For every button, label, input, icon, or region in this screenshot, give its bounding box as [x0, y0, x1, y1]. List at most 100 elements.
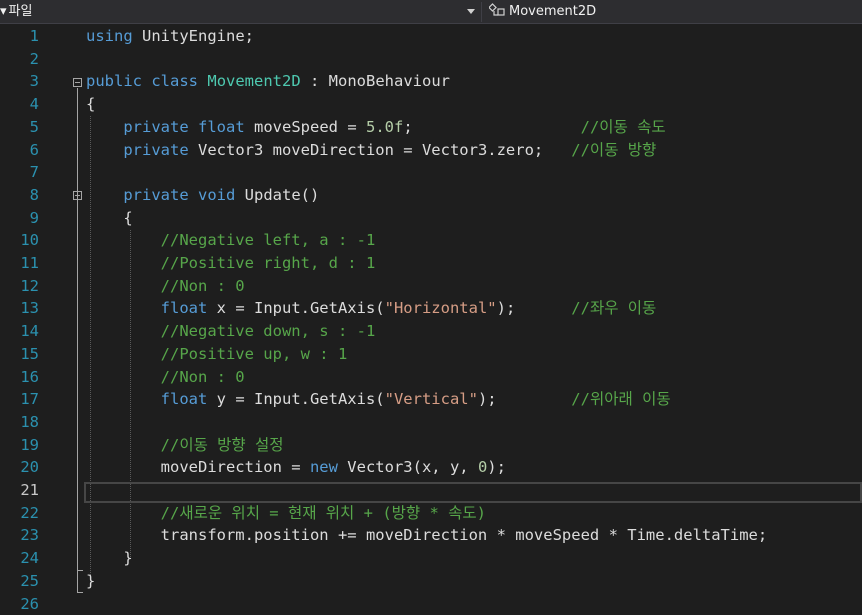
code-line[interactable]: 12 //Non : 0: [0, 275, 862, 298]
code-line[interactable]: 6 private Vector3 moveDirection = Vector…: [0, 139, 862, 162]
divider: [481, 2, 482, 22]
code-token: }: [86, 572, 95, 590]
code-token: x = Input.GetAxis(: [207, 299, 384, 317]
class-members-icon: [489, 3, 507, 19]
code-token: : MonoBehaviour: [301, 72, 450, 90]
code-token: [86, 254, 161, 272]
code-text: //Positive right, d : 1: [86, 252, 375, 275]
code-line[interactable]: 16 //Non : 0: [0, 366, 862, 389]
line-number: 9: [0, 207, 39, 230]
code-token: //Positive right, d : 1: [161, 254, 376, 272]
code-token: [86, 299, 161, 317]
dropdown-arrow-icon[interactable]: [467, 9, 475, 14]
code-line[interactable]: 22 //새로운 위치 = 현재 위치 + (방향 * 속도): [0, 502, 862, 525]
code-line[interactable]: 25}: [0, 570, 862, 593]
code-line[interactable]: 11 //Positive right, d : 1: [0, 252, 862, 275]
line-number: 25: [0, 570, 39, 593]
code-text: }: [86, 570, 95, 593]
code-editor[interactable]: 1using UnityEngine;23public class Moveme…: [0, 25, 862, 610]
code-line[interactable]: 1using UnityEngine;: [0, 25, 862, 48]
code-token: //이동 방향 설정: [161, 436, 284, 454]
code-line[interactable]: 4{: [0, 93, 862, 116]
code-line[interactable]: 10 //Negative left, a : -1: [0, 229, 862, 252]
line-number: 5: [0, 116, 39, 139]
line-number: 6: [0, 139, 39, 162]
code-text: private void Update(): [86, 184, 319, 207]
code-token: [86, 186, 123, 204]
line-number: 20: [0, 456, 39, 479]
code-token: [86, 436, 161, 454]
code-token: "Vertical": [385, 390, 478, 408]
line-number: 1: [0, 25, 39, 48]
code-line[interactable]: 26: [0, 593, 862, 615]
line-number: 12: [0, 275, 39, 298]
code-text: float x = Input.GetAxis("Horizontal"); /…: [86, 297, 656, 320]
code-token: );: [478, 390, 571, 408]
code-token: [189, 186, 198, 204]
code-text: float y = Input.GetAxis("Vertical"); //위…: [86, 388, 671, 411]
code-text: //Non : 0: [86, 275, 245, 298]
code-token: [86, 322, 161, 340]
code-token: {: [86, 95, 95, 113]
code-line[interactable]: 19 //이동 방향 설정: [0, 434, 862, 457]
line-number: 23: [0, 524, 39, 547]
code-line[interactable]: 13 float x = Input.GetAxis("Horizontal")…: [0, 297, 862, 320]
code-text: {: [86, 93, 95, 116]
code-line[interactable]: 9 {: [0, 207, 862, 230]
code-token: class: [151, 72, 198, 90]
code-text: //Positive up, w : 1: [86, 343, 347, 366]
code-line[interactable]: 20 moveDirection = new Vector3(x, y, 0);: [0, 456, 862, 479]
code-line[interactable]: 2: [0, 48, 862, 71]
line-number: 16: [0, 366, 39, 389]
code-line[interactable]: 3public class Movement2D : MonoBehaviour: [0, 70, 862, 93]
code-line[interactable]: 23 transform.position += moveDirection *…: [0, 524, 862, 547]
code-token: [86, 277, 161, 295]
line-number: 7: [0, 161, 39, 184]
code-line[interactable]: 21: [0, 479, 862, 502]
code-token: [86, 118, 123, 136]
code-line[interactable]: 17 float y = Input.GetAxis("Vertical"); …: [0, 388, 862, 411]
code-text: public class Movement2D : MonoBehaviour: [86, 70, 450, 93]
code-token: float: [198, 118, 245, 136]
code-token: [86, 390, 161, 408]
code-line[interactable]: 7: [0, 161, 862, 184]
code-token: [86, 231, 161, 249]
member-dropdown[interactable]: Movement2D: [489, 0, 596, 24]
code-token: //위아래 이동: [571, 390, 670, 408]
chevron-icon: ▾: [0, 4, 7, 19]
code-text: //새로운 위치 = 현재 위치 + (방향 * 속도): [86, 502, 486, 525]
code-token: "Horizontal": [385, 299, 497, 317]
code-line[interactable]: 15 //Positive up, w : 1: [0, 343, 862, 366]
line-number: 13: [0, 297, 39, 320]
code-token: //새로운 위치 = 현재 위치 + (방향 * 속도): [161, 504, 486, 522]
code-token: private: [123, 118, 188, 136]
code-token: //Positive up, w : 1: [161, 345, 348, 363]
code-text: //Non : 0: [86, 366, 245, 389]
code-text: moveDirection = new Vector3(x, y, 0);: [86, 456, 506, 479]
line-number: 2: [0, 48, 39, 71]
code-token: //이동 방향: [571, 141, 656, 159]
code-token: void: [198, 186, 235, 204]
line-number: 19: [0, 434, 39, 457]
member-dropdown-label: Movement2D: [509, 4, 596, 19]
code-text: transform.position += moveDirection * mo…: [86, 524, 767, 547]
line-number: 15: [0, 343, 39, 366]
code-line[interactable]: 18: [0, 411, 862, 434]
line-number: 4: [0, 93, 39, 116]
code-line[interactable]: 8 private void Update(): [0, 184, 862, 207]
code-token: using: [86, 27, 133, 45]
code-line[interactable]: 14 //Negative down, s : -1: [0, 320, 862, 343]
code-line[interactable]: 5 private float moveSpeed = 5.0f; //이동 속…: [0, 116, 862, 139]
code-token: new: [310, 458, 338, 476]
code-token: //이동 속도: [581, 118, 666, 136]
code-token: private: [123, 186, 188, 204]
code-token: moveSpeed =: [245, 118, 366, 136]
file-dropdown[interactable]: ▾파일: [0, 0, 32, 24]
code-line[interactable]: 24 }: [0, 547, 862, 570]
line-number: 10: [0, 229, 39, 252]
code-text: //Negative left, a : -1: [86, 229, 375, 252]
code-text: //이동 방향 설정: [86, 434, 284, 457]
line-number: 18: [0, 411, 39, 434]
code-token: );: [497, 299, 572, 317]
code-text: private float moveSpeed = 5.0f; //이동 속도: [86, 116, 666, 139]
